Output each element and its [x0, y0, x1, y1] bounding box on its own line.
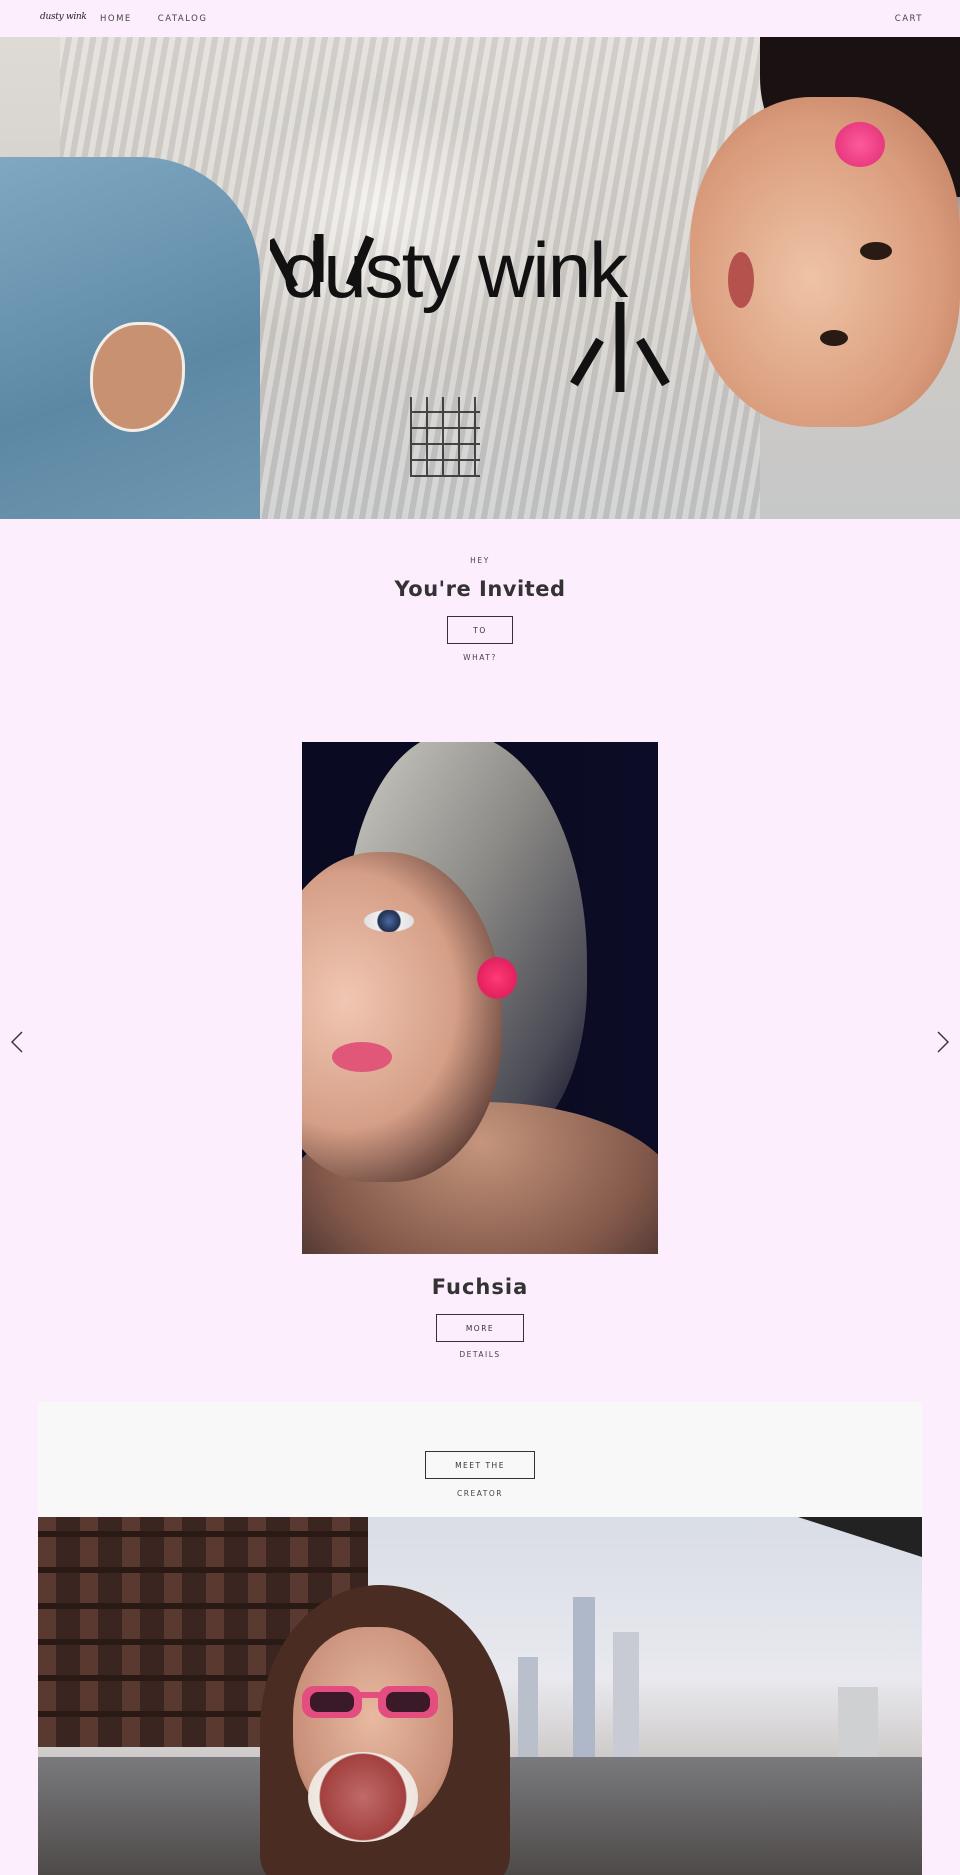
- creator-photo-tower: [613, 1632, 639, 1767]
- creator-image: [38, 1517, 922, 1875]
- site-header: dusty wink HOME CATALOG CART: [0, 0, 960, 37]
- slide-photo-eye: [364, 910, 414, 932]
- slide-photo-lips: [332, 1042, 392, 1072]
- creator-photo-tower: [518, 1657, 538, 1767]
- chevron-left-icon: [11, 1031, 23, 1053]
- slide-title: Fuchsia: [431, 1275, 529, 1299]
- site-logo[interactable]: dusty wink: [40, 12, 87, 22]
- creator-section: MEET THE CREATOR: [38, 1402, 922, 1875]
- slideshow-next-button[interactable]: [935, 1030, 951, 1054]
- slideshow-prev-button[interactable]: [9, 1030, 25, 1054]
- hero-photo-eye: [820, 330, 848, 346]
- hero-photo-eye: [860, 242, 892, 260]
- nav-catalog-link[interactable]: CATALOG: [158, 14, 208, 24]
- invite-title: You're Invited: [394, 577, 566, 601]
- hero-photo-grid: [410, 397, 480, 477]
- nav-home-link[interactable]: HOME: [100, 14, 132, 24]
- slide-more-button[interactable]: MORE: [436, 1314, 524, 1342]
- hero-banner: dusty wink: [0, 37, 960, 519]
- invite-button[interactable]: TO: [447, 616, 513, 644]
- creator-photo-overpass: [798, 1517, 922, 1557]
- invite-kicker: HEY: [470, 556, 490, 565]
- main-nav: HOME CATALOG: [100, 0, 207, 37]
- creator-photo-tower: [838, 1687, 878, 1767]
- invite-section: HEY You're Invited TO WHAT?: [0, 519, 960, 679]
- creator-subtext: CREATOR: [457, 1489, 503, 1498]
- hero-photo-lips: [728, 252, 754, 308]
- hero-brand-title: dusty wink: [282, 226, 628, 314]
- creator-photo-donut: [308, 1752, 418, 1842]
- sunglasses-icon: [302, 1686, 438, 1718]
- chevron-right-icon: [937, 1031, 949, 1053]
- slideshow-image: [302, 742, 658, 1254]
- slide-photo-earring: [477, 957, 517, 999]
- meet-creator-button[interactable]: MEET THE: [425, 1451, 535, 1479]
- cart-link[interactable]: CART: [895, 0, 923, 37]
- invite-subtext: WHAT?: [463, 653, 497, 662]
- hero-photo-earring: [835, 122, 885, 167]
- creator-photo-tower: [573, 1597, 595, 1767]
- slide-subtext: DETAILS: [459, 1350, 501, 1359]
